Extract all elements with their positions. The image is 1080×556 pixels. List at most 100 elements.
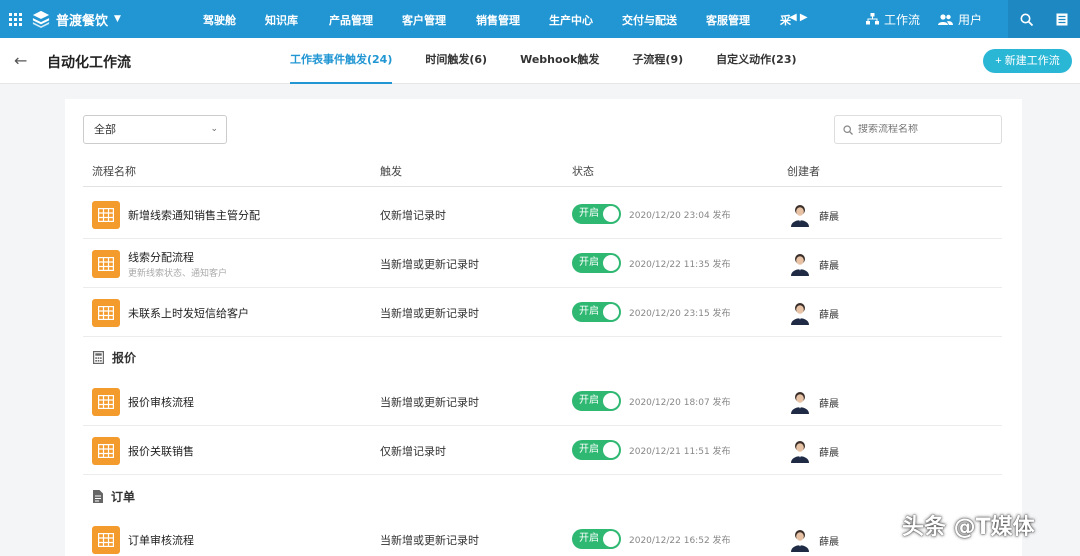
enable-toggle[interactable]: 开启 bbox=[572, 253, 621, 273]
creator-name: 薛晨 bbox=[819, 261, 839, 272]
enable-toggle[interactable]: 开启 bbox=[572, 391, 621, 411]
trigger-text: 当新增或更新记录时 bbox=[380, 307, 479, 320]
creator-name: 薛晨 bbox=[819, 212, 839, 223]
new-workflow-button[interactable]: + 新建工作流 bbox=[983, 49, 1072, 73]
tab-time-trigger[interactable]: 时间触发(6) bbox=[425, 38, 487, 84]
tab-subprocess[interactable]: 子流程(9) bbox=[632, 38, 683, 84]
enable-toggle[interactable]: 开启 bbox=[572, 302, 621, 322]
document-icon[interactable] bbox=[1056, 13, 1068, 26]
workflow-list-card: 全部 ⌄ 流程名称 触发 状态 创建者 新增线索通知销售主管分配 仅新增记录时 … bbox=[65, 99, 1022, 556]
calculator-icon bbox=[93, 351, 104, 364]
table-icon bbox=[92, 201, 120, 229]
nav-item-production[interactable]: 生产中心 bbox=[549, 12, 593, 28]
workflow-name[interactable]: 报价审核流程 bbox=[128, 394, 194, 410]
nav-item-cockpit[interactable]: 驾驶舱 bbox=[203, 12, 236, 28]
brand-logo-icon bbox=[32, 10, 50, 28]
table-row[interactable]: 新增线索通知销售主管分配 仅新增记录时 开启 2020/12/20 23:04 … bbox=[83, 190, 1002, 239]
users-link[interactable]: 用户 bbox=[938, 11, 982, 28]
column-header-name: 流程名称 bbox=[92, 165, 136, 178]
group-header-quote: 报价 bbox=[93, 349, 136, 366]
group-filter-select[interactable]: 全部 ⌄ bbox=[83, 115, 227, 144]
creator-name: 薛晨 bbox=[819, 399, 839, 410]
trigger-text: 当新增或更新记录时 bbox=[380, 534, 479, 547]
avatar bbox=[791, 441, 809, 463]
table-icon bbox=[92, 388, 120, 416]
trigger-text: 当新增或更新记录时 bbox=[380, 396, 479, 409]
nav-item-products[interactable]: 产品管理 bbox=[329, 12, 373, 28]
table-row[interactable]: 报价审核流程 当新增或更新记录时 开启 2020/12/20 18:07 发布 … bbox=[83, 377, 1002, 426]
table-icon bbox=[92, 437, 120, 465]
back-arrow-icon[interactable]: ← bbox=[14, 51, 27, 70]
tab-custom-action[interactable]: 自定义动作(23) bbox=[716, 38, 796, 84]
workflow-link[interactable]: 工作流 bbox=[866, 11, 920, 28]
enable-toggle[interactable]: 开启 bbox=[572, 204, 621, 224]
table-row[interactable]: 报价关联销售 仅新增记录时 开启 2020/12/21 11:51 发布 薛晨 bbox=[83, 426, 1002, 475]
tab-sheet-event[interactable]: 工作表事件触发(24) bbox=[290, 38, 393, 84]
chevron-down-icon: ⌄ bbox=[210, 124, 218, 134]
group-header-order: 订单 bbox=[93, 488, 135, 505]
search-icon bbox=[843, 124, 853, 135]
column-header-creator: 创建者 bbox=[787, 165, 820, 178]
workflow-description: 更新线索状态、通知客户 bbox=[128, 269, 228, 279]
nav-scroll-arrows-icon[interactable]: ◀ ▶ bbox=[789, 12, 808, 23]
apps-grid-icon[interactable] bbox=[0, 0, 30, 38]
creator-name: 薛晨 bbox=[819, 537, 839, 548]
publish-time: 2020/12/20 23:04 发布 bbox=[629, 211, 731, 221]
trigger-text: 当新增或更新记录时 bbox=[380, 258, 479, 271]
publish-time: 2020/12/20 23:15 发布 bbox=[629, 309, 731, 319]
publish-time: 2020/12/21 11:51 发布 bbox=[629, 447, 731, 457]
nav-item-customers[interactable]: 客户管理 bbox=[402, 12, 446, 28]
users-icon bbox=[938, 13, 954, 25]
avatar bbox=[791, 392, 809, 414]
file-icon bbox=[93, 490, 103, 503]
nav-item-knowledge[interactable]: 知识库 bbox=[265, 12, 298, 28]
nav-item-service[interactable]: 客服管理 bbox=[706, 12, 750, 28]
creator-name: 薛晨 bbox=[819, 310, 839, 321]
page-header: ← 自动化工作流 工作表事件触发(24) 时间触发(6) Webhook触发 子… bbox=[0, 38, 1080, 84]
workflow-name[interactable]: 未联系上时发短信给客户 bbox=[128, 305, 249, 321]
workflow-name[interactable]: 新增线索通知销售主管分配 bbox=[128, 207, 260, 223]
table-icon bbox=[92, 250, 120, 278]
search-input[interactable] bbox=[858, 124, 988, 135]
enable-toggle[interactable]: 开启 bbox=[572, 440, 621, 460]
header-divider bbox=[83, 186, 1002, 187]
workflow-name[interactable]: 订单审核流程 bbox=[128, 532, 194, 548]
enable-toggle[interactable]: 开启 bbox=[572, 529, 621, 549]
table-icon bbox=[92, 299, 120, 327]
workflow-name[interactable]: 报价关联销售 bbox=[128, 443, 194, 459]
table-row[interactable]: 订单审核流程 当新增或更新记录时 开启 2020/12/22 16:52 发布 … bbox=[83, 515, 1002, 556]
table-row[interactable]: 线索分配流程 更新线索状态、通知客户 当新增或更新记录时 开启 2020/12/… bbox=[83, 239, 1002, 288]
group-filter-value: 全部 bbox=[94, 123, 116, 136]
nav-item-delivery[interactable]: 交付与配送 bbox=[622, 12, 677, 28]
creator-name: 薛晨 bbox=[819, 448, 839, 459]
search-box[interactable] bbox=[834, 115, 1002, 144]
top-nav: 普渡餐饮 ▼ 驾驶舱 知识库 产品管理 客户管理 销售管理 生产中心 交付与配送… bbox=[0, 0, 1080, 38]
trigger-text: 仅新增记录时 bbox=[380, 445, 446, 458]
toggle-label: 开启 bbox=[579, 533, 599, 544]
tab-webhook[interactable]: Webhook触发 bbox=[520, 38, 599, 84]
avatar bbox=[791, 530, 809, 552]
brand-name: 普渡餐饮 bbox=[56, 13, 109, 29]
nav-item-sales[interactable]: 销售管理 bbox=[476, 12, 520, 28]
group-title: 订单 bbox=[111, 490, 136, 504]
avatar bbox=[791, 254, 809, 276]
brand-switcher[interactable]: 普渡餐饮 ▼ bbox=[32, 0, 121, 38]
publish-time: 2020/12/22 16:52 发布 bbox=[629, 536, 731, 546]
group-title: 报价 bbox=[112, 351, 137, 365]
toggle-label: 开启 bbox=[579, 444, 599, 455]
toggle-label: 开启 bbox=[579, 395, 599, 406]
column-header-status: 状态 bbox=[572, 165, 594, 178]
avatar bbox=[791, 205, 809, 227]
search-icon[interactable] bbox=[1020, 13, 1033, 26]
avatar bbox=[791, 303, 809, 325]
toggle-label: 开启 bbox=[579, 208, 599, 219]
toggle-label: 开启 bbox=[579, 257, 599, 268]
trigger-text: 仅新增记录时 bbox=[380, 209, 446, 222]
table-row[interactable]: 未联系上时发短信给客户 当新增或更新记录时 开启 2020/12/20 23:1… bbox=[83, 288, 1002, 337]
chevron-down-icon: ▼ bbox=[114, 14, 121, 24]
publish-time: 2020/12/22 11:35 发布 bbox=[629, 260, 731, 270]
workflow-icon bbox=[866, 13, 879, 25]
workflow-name[interactable]: 线索分配流程 bbox=[128, 249, 194, 265]
watermark: 头条 @T媒体 bbox=[902, 515, 1035, 540]
toggle-label: 开启 bbox=[579, 306, 599, 317]
